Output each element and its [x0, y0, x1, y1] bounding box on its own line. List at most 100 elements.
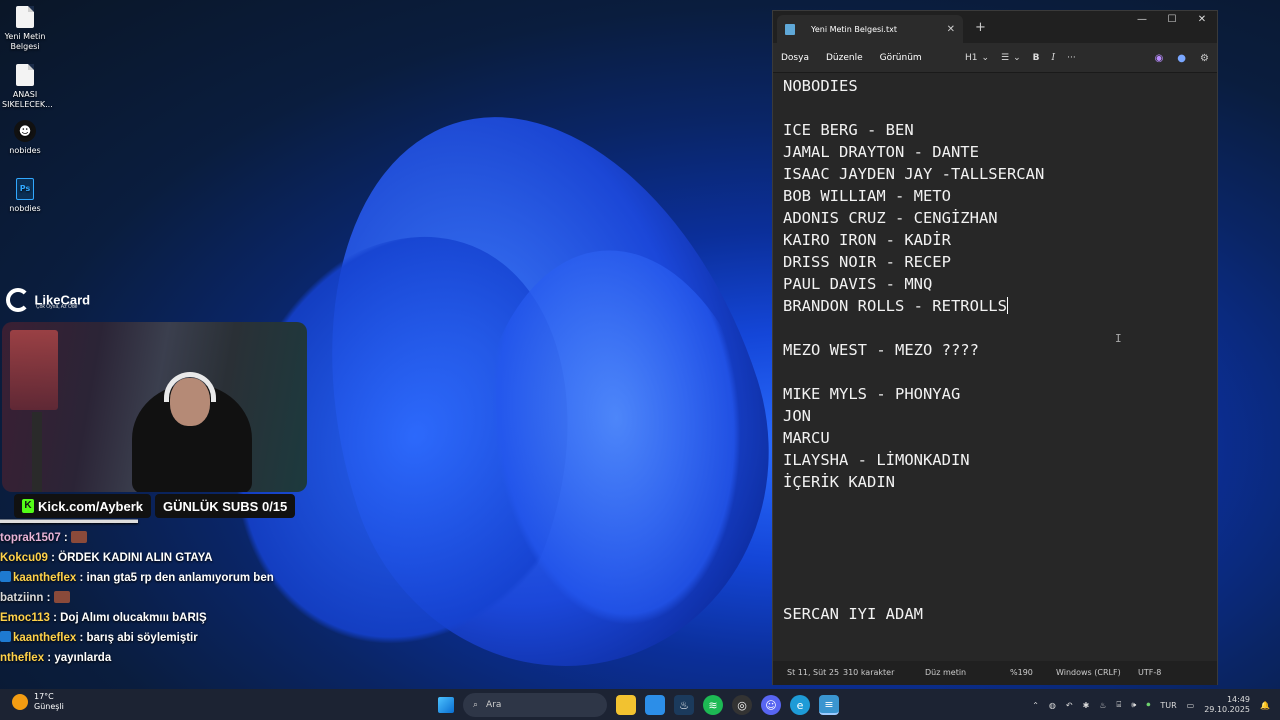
notepad-taskbar-icon[interactable]: ≡: [819, 695, 839, 715]
heading-dropdown[interactable]: H1: [965, 53, 978, 63]
minimize-button[interactable]: —: [1127, 11, 1157, 29]
chat-text: barış abi söylemiştir: [86, 632, 198, 644]
text-line: [783, 515, 1207, 537]
search-icon: ⌕: [473, 700, 479, 710]
desktop-icon-anasi[interactable]: ANASI SIKELECEK...: [2, 64, 53, 110]
status-zoom[interactable]: %190: [1010, 668, 1033, 677]
spotify-icon[interactable]: ≋: [703, 695, 723, 715]
text-line: ICE BERG - BEN: [783, 119, 1207, 141]
heading-chevron-icon[interactable]: ⌄: [982, 53, 990, 63]
wall-art: [10, 330, 58, 410]
maximize-button[interactable]: ☐: [1157, 11, 1187, 29]
clock[interactable]: 14:49 29.10.2025: [1204, 695, 1250, 715]
settings-gear-icon[interactable]: ⚙: [1200, 53, 1209, 64]
tray-app-icon[interactable]: ◍: [1049, 701, 1056, 710]
kick-logo-icon: K: [22, 499, 34, 513]
text-caret: [1006, 297, 1008, 314]
chat-emote-icon: [53, 591, 70, 603]
text-line: [783, 581, 1207, 603]
edge-browser-icon[interactable]: e: [790, 695, 810, 715]
likecard-icon: [6, 288, 30, 312]
tray-mic-icon[interactable]: ⏺: [1146, 700, 1150, 710]
headphones: [164, 372, 216, 402]
chat-username: ntheflex: [0, 652, 45, 664]
text-line: MIKE MYLS - PHONYAG: [783, 383, 1207, 405]
bold-button[interactable]: B: [1033, 53, 1040, 63]
chat-message: kaantheflex : inan gta5 rp den anlamıyor…: [0, 568, 300, 588]
chat-separator: :: [47, 552, 59, 564]
close-button[interactable]: ✕: [1187, 11, 1217, 29]
clock-date: 29.10.2025: [1204, 705, 1251, 714]
weather-widget[interactable]: 17°C Güneşli: [12, 692, 64, 712]
text-line: [783, 97, 1207, 119]
list-icon[interactable]: ☰: [1001, 53, 1009, 63]
desktop-icon-nobdies[interactable]: Ps nobdies: [2, 178, 48, 214]
text-line-content: İÇERİK KADIN: [783, 473, 895, 491]
photos-app-icon[interactable]: [645, 695, 665, 715]
chat-message: toprak1507 :: [0, 528, 300, 548]
text-line: [783, 537, 1207, 559]
text-line: JON: [783, 405, 1207, 427]
status-chars: 310 karakter: [843, 668, 895, 677]
tray-chevron-icon[interactable]: ⌃: [1032, 701, 1039, 710]
discord-icon[interactable]: ☺: [761, 695, 781, 715]
text-line: BRANDON ROLLS - RETROLLS: [783, 295, 1207, 317]
italic-button[interactable]: I: [1052, 53, 1056, 63]
tray-volume-icon[interactable]: 🕪: [1131, 700, 1136, 710]
kick-url: Kick.com/Ayberk: [38, 498, 144, 514]
notification-bell-icon[interactable]: 🔔: [1260, 701, 1270, 710]
likecard-logo: LikeCard Çok Oyna, Az Öde: [6, 288, 90, 312]
text-line: JAMAL DRAYTON - DANTE: [783, 141, 1207, 163]
subs-goal: GÜNLÜK SUBS 0/15: [155, 494, 296, 518]
language-indicator[interactable]: TUR: [1160, 701, 1176, 710]
tray-bluetooth-icon[interactable]: ✱: [1083, 701, 1090, 710]
copilot-icon[interactable]: ◉: [1155, 53, 1164, 64]
weather-temp: 17°C: [34, 692, 54, 701]
tray-steam-icon[interactable]: ♨: [1099, 701, 1106, 710]
list-chevron-icon[interactable]: ⌄: [1013, 53, 1021, 63]
text-line: MARCU: [783, 427, 1207, 449]
more-button[interactable]: ···: [1067, 53, 1076, 63]
text-line: NOBODIES: [783, 75, 1207, 97]
desktop-icon-label: nobides: [9, 146, 41, 155]
text-line-content: SERCAN IYI ADAM: [783, 605, 923, 623]
desktop-icon-yeni-metin[interactable]: Yeni Metin Belgesi: [2, 6, 48, 52]
text-line-content: NOBODIES: [783, 77, 858, 95]
tab-close-icon[interactable]: ✕: [947, 24, 955, 35]
menu-duzenle[interactable]: Düzenle: [826, 53, 863, 63]
tab-yeni-metin[interactable]: Yeni Metin Belgesi.txt ✕: [777, 15, 963, 43]
notepad-icon: [785, 23, 795, 35]
menu-dosya[interactable]: Dosya: [781, 53, 809, 63]
text-line-content: MEZO WEST - MEZO ????: [783, 341, 979, 359]
chat-username: kaantheflex: [13, 572, 77, 584]
toolbar-right: ◉ ● ⚙: [1155, 43, 1209, 73]
new-tab-plus-icon[interactable]: +: [975, 20, 986, 35]
taskbar-apps: ⌕ Ara ♨ ≋ ◎ ☺ e ≡: [438, 692, 839, 718]
chat-username: Emoc113: [0, 612, 50, 624]
steam-icon[interactable]: ♨: [674, 695, 694, 715]
status-bar: St 11, Süt 25 310 karakter Düz metin %19…: [773, 661, 1217, 685]
text-line-content: ICE BERG - BEN: [783, 121, 914, 139]
file-explorer-icon[interactable]: [616, 695, 636, 715]
chat-separator: :: [49, 612, 61, 624]
tray-back-icon[interactable]: ↶: [1066, 701, 1073, 710]
clock-time: 14:49: [1226, 695, 1251, 704]
chat-cutoff-line: ▬▬▬▬▬▬▬▬▬▬▬▬: [0, 518, 138, 526]
menu-gorunum[interactable]: Görünüm: [880, 53, 922, 63]
chat-message: batziinn :: [0, 588, 300, 608]
tray-display-icon[interactable]: ▭: [1187, 701, 1195, 710]
weather-desc: Güneşli: [34, 702, 64, 711]
chat-text: inan gta5 rp den anlamıyorum ben: [86, 572, 274, 584]
account-icon[interactable]: ●: [1177, 53, 1186, 64]
desktop-icon-label: Yeni Metin Belgesi: [4, 32, 46, 51]
status-position: St 11, Süt 25: [787, 668, 840, 677]
chat-username: batziinn: [0, 592, 44, 604]
start-windows-icon[interactable]: [438, 697, 454, 713]
taskbar-search[interactable]: ⌕ Ara: [463, 693, 607, 717]
desktop-icon-nobides[interactable]: ☻ nobides: [2, 120, 48, 156]
tray-network-icon[interactable]: ⌸: [1116, 700, 1121, 710]
title-bar[interactable]: Yeni Metin Belgesi.txt ✕ + — ☐ ✕: [773, 11, 1217, 43]
text-editor[interactable]: NOBODIES ICE BERG - BEN JAMAL DRAYTON - DA…: [773, 73, 1217, 661]
obs-icon[interactable]: ◎: [732, 695, 752, 715]
text-file-icon: [16, 64, 34, 86]
